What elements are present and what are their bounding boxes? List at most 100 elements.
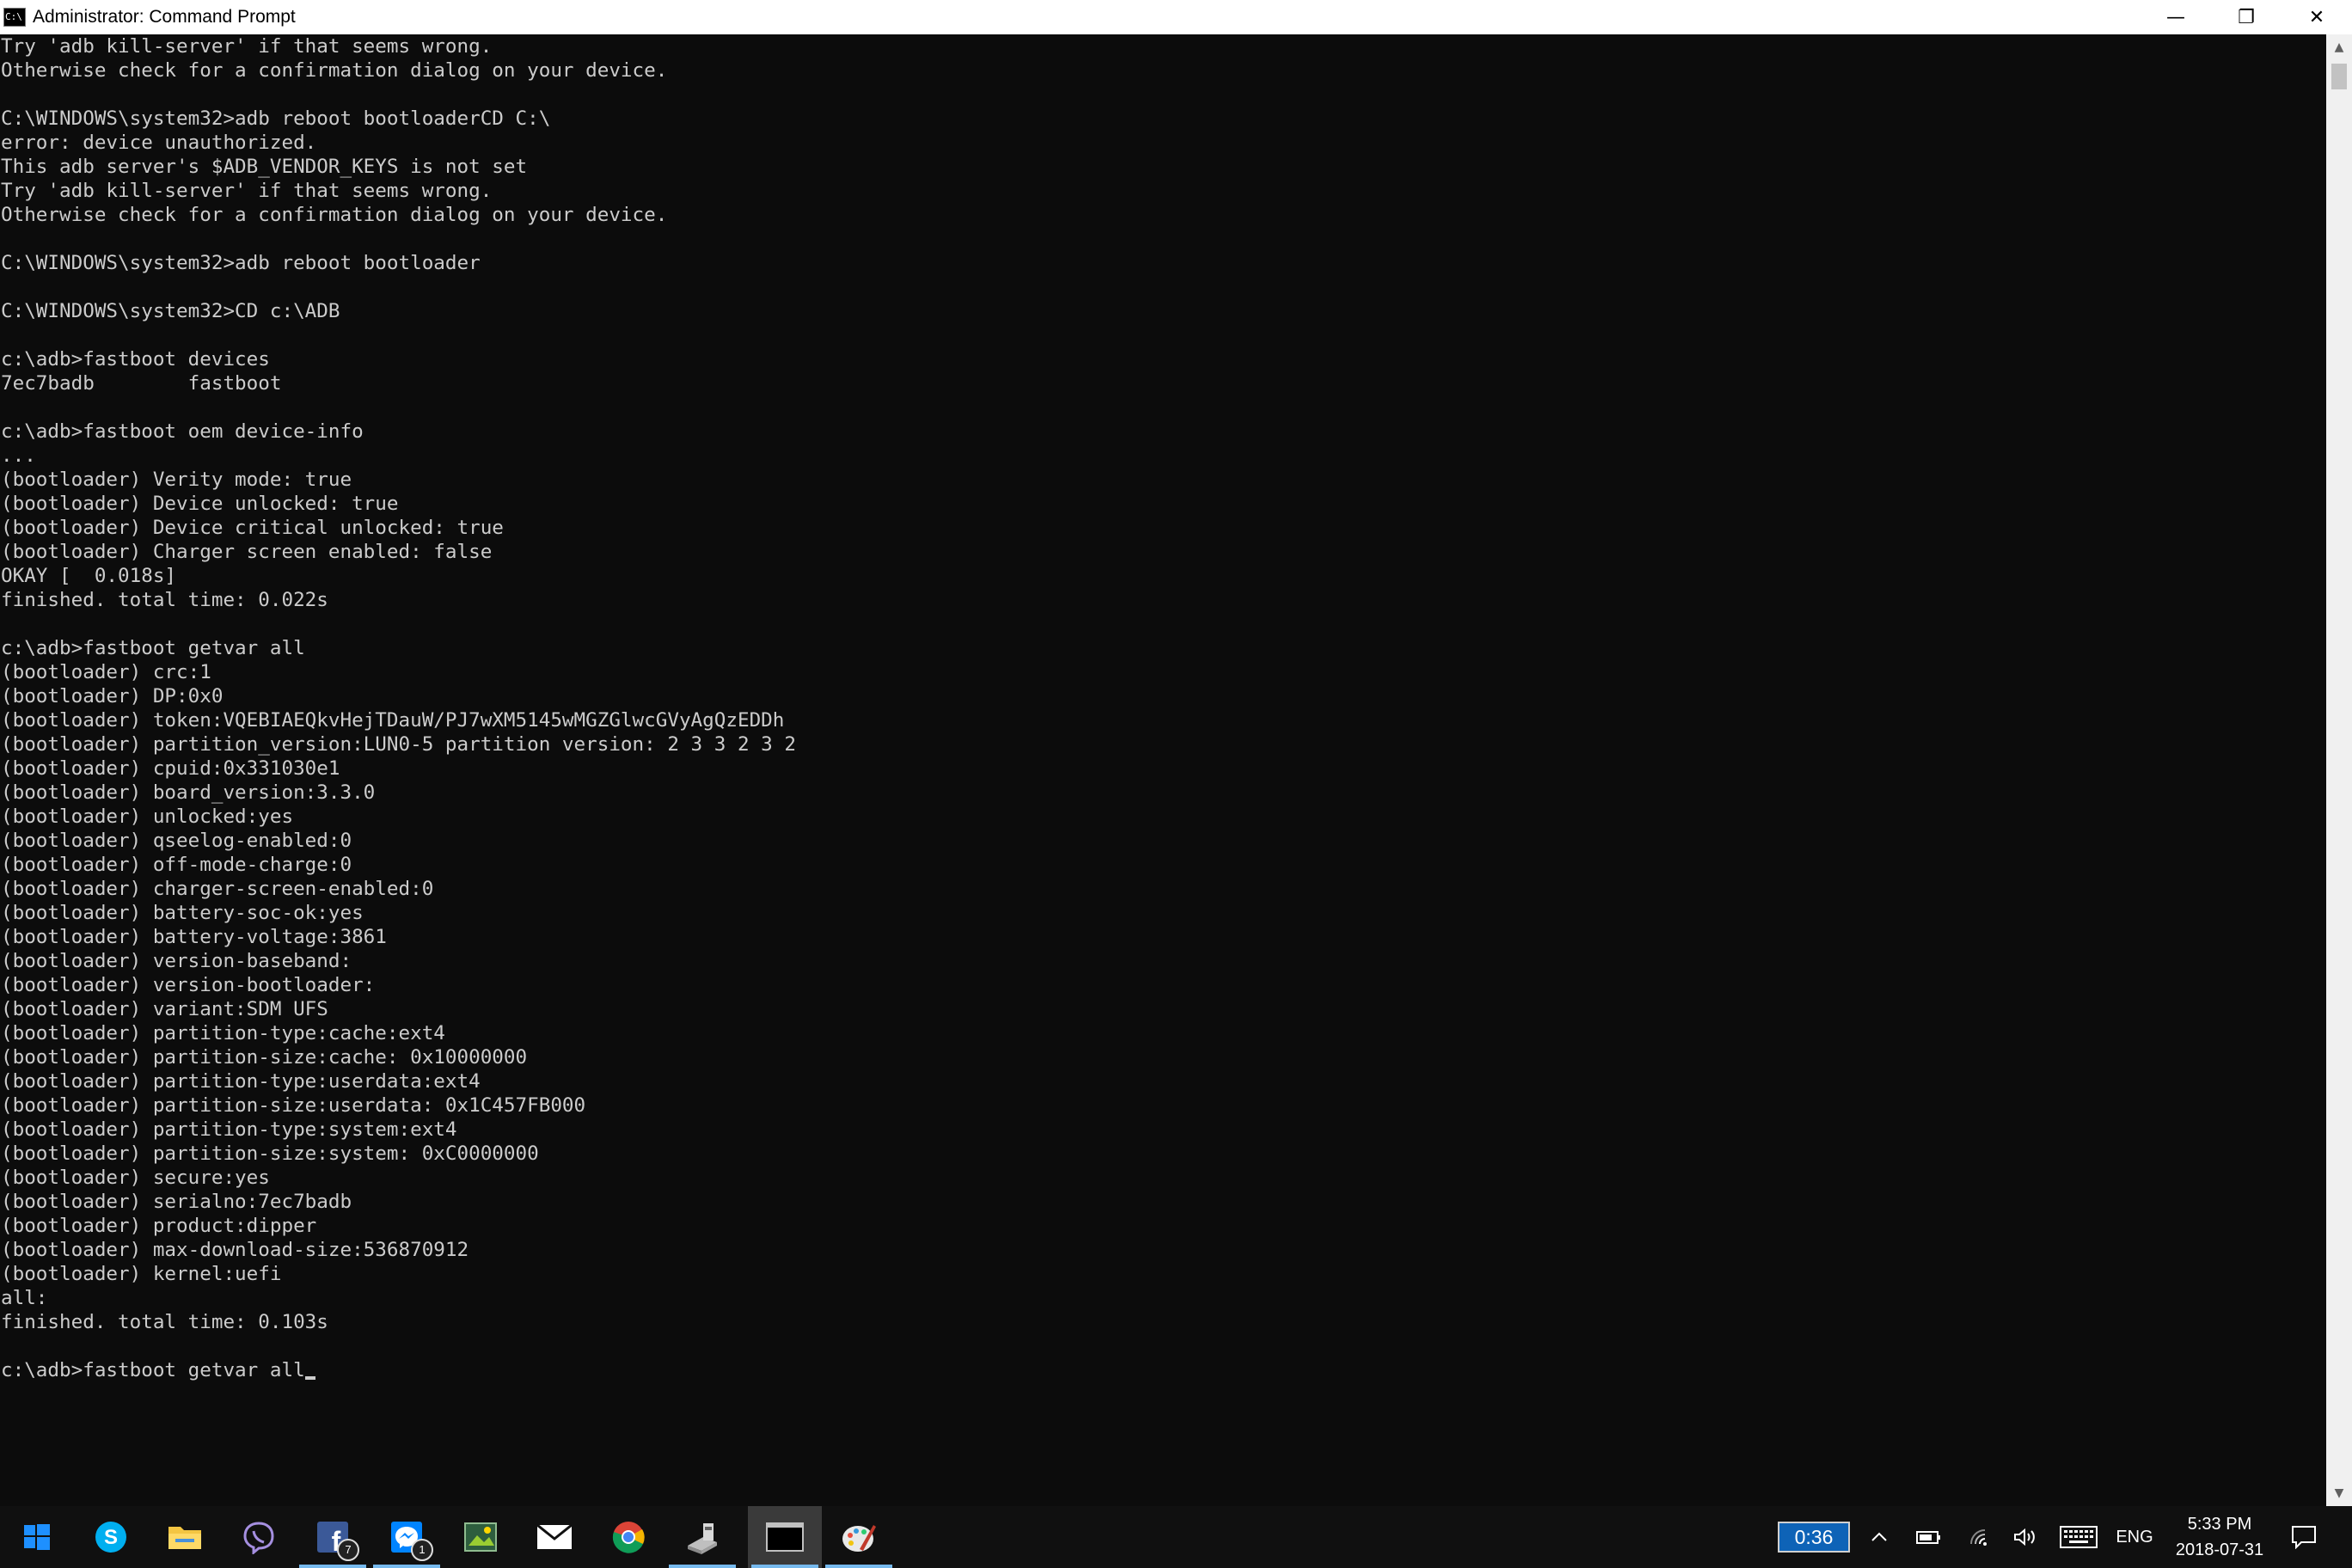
usb-tool-taskbar-button[interactable]	[665, 1506, 739, 1568]
console-line: (bootloader) partition-type:cache:ext4	[1, 1022, 445, 1044]
console-line: (bootloader) version-bootloader:	[1, 974, 376, 996]
console-line: (bootloader) kernel:uefi	[1, 1263, 282, 1285]
console-line: (bootloader) crc:1	[1, 661, 211, 683]
scroll-thumb[interactable]	[2331, 64, 2347, 89]
battery-icon[interactable]	[1910, 1506, 1948, 1568]
volume-icon[interactable]	[2006, 1506, 2044, 1568]
console-line: (bootloader) Verity mode: true	[1, 469, 352, 491]
taskbar: S f 7 1 0:36 ENG 5:33 PM 2018-07-31	[0, 1506, 2352, 1568]
window-controls: — ❐ ✕	[2141, 0, 2352, 34]
paint-taskbar-button[interactable]	[822, 1506, 896, 1568]
mail-taskbar-button[interactable]	[518, 1506, 591, 1568]
console-line: all:	[1, 1287, 48, 1309]
console-line: (bootloader) board_version:3.3.0	[1, 781, 376, 804]
console-line: (bootloader) cpuid:0x331030e1	[1, 757, 340, 780]
command-prompt-icon	[766, 1522, 804, 1552]
console-line: This adb server's $ADB_VENDOR_KEYS is no…	[1, 156, 528, 178]
console-line: 7ec7badb fastboot	[1, 372, 282, 395]
console-line: C:\WINDOWS\system32>adb reboot bootloade…	[1, 107, 551, 130]
chrome-taskbar-button[interactable]	[591, 1506, 665, 1568]
console-line: finished. total time: 0.103s	[1, 1311, 328, 1333]
viber-taskbar-button[interactable]	[222, 1506, 296, 1568]
command-prompt-app-icon[interactable]: C:\	[3, 8, 26, 27]
viber-icon	[243, 1522, 274, 1554]
chrome-icon	[612, 1522, 645, 1553]
console-line: (bootloader) variant:SDM UFS	[1, 998, 328, 1020]
console-output[interactable]: Try 'adb kill-server' if that seems wron…	[0, 34, 2326, 1506]
console-line: c:\adb>fastboot oem device-info	[1, 420, 364, 443]
input-language-indicator[interactable]: ENG	[2111, 1506, 2158, 1568]
console-line: (bootloader) partition_version:LUN0-5 pa…	[1, 733, 796, 756]
console-line: Otherwise check for a confirmation dialo…	[1, 59, 668, 82]
text-cursor	[304, 1376, 315, 1380]
wifi-icon[interactable]	[1962, 1506, 2000, 1568]
console-line: (bootloader) serialno:7ec7badb	[1, 1191, 352, 1213]
facebook-notification-badge: 7	[337, 1539, 359, 1561]
console-prompt-line[interactable]: c:\adb>fastboot getvar all	[0, 1358, 2326, 1382]
start-button[interactable]	[0, 1506, 74, 1568]
messenger-taskbar-button[interactable]: 1	[370, 1506, 444, 1568]
facebook-taskbar-button[interactable]: f 7	[296, 1506, 370, 1568]
mail-icon	[536, 1524, 573, 1549]
console-line: (bootloader) max-download-size:536870912	[1, 1239, 469, 1261]
console-line: (bootloader) partition-type:userdata:ext…	[1, 1070, 481, 1093]
action-center-notification-icon[interactable]	[2282, 1506, 2326, 1568]
command-prompt-taskbar-button[interactable]	[748, 1506, 822, 1568]
console-line: (bootloader) Device critical unlocked: t…	[1, 517, 504, 539]
skype-taskbar-button[interactable]: S	[74, 1506, 148, 1568]
timer-indicator[interactable]: 0:36	[1778, 1522, 1850, 1553]
console-line: Otherwise check for a confirmation dialo…	[1, 204, 668, 226]
clock-time: 5:33 PM	[2187, 1515, 2252, 1534]
console-line: (bootloader) off-mode-charge:0	[1, 854, 352, 876]
scroll-up-arrow-icon[interactable]: ▲	[2326, 34, 2352, 60]
usb-tool-icon	[688, 1523, 717, 1554]
title-bar[interactable]: C:\ Administrator: Command Prompt — ❐ ✕	[0, 0, 2352, 34]
scroll-down-arrow-icon[interactable]: ▼	[2326, 1480, 2352, 1506]
vertical-scrollbar[interactable]: ▲ ▼	[2326, 34, 2352, 1506]
svg-text:S: S	[104, 1526, 118, 1549]
console-line: (bootloader) DP:0x0	[1, 685, 224, 707]
console-line: (bootloader) Charger screen enabled: fal…	[1, 541, 493, 563]
windows-logo-icon	[24, 1524, 50, 1550]
console-line: (bootloader) battery-soc-ok:yes	[1, 902, 364, 924]
show-hidden-icons-chevron-icon[interactable]	[1864, 1506, 1895, 1568]
console-line: (bootloader) partition-type:system:ext4	[1, 1118, 457, 1141]
console-line: (bootloader) product:dipper	[1, 1215, 317, 1237]
console-line: c:\adb>fastboot devices	[1, 348, 270, 371]
console-line: OKAY [ 0.018s]	[1, 565, 177, 587]
console-line: (bootloader) partition-size:cache: 0x100…	[1, 1046, 528, 1069]
minimize-button[interactable]: —	[2141, 0, 2211, 34]
console-line: error: device unauthorized.	[1, 132, 317, 154]
console-prompt-text: c:\adb>fastboot getvar all	[1, 1359, 305, 1381]
file-explorer-taskbar-button[interactable]	[148, 1506, 222, 1568]
console-line: C:\WINDOWS\system32>CD c:\ADB	[1, 300, 340, 322]
console-line: c:\adb>fastboot getvar all	[1, 637, 305, 659]
messenger-notification-badge: 1	[411, 1539, 433, 1561]
touch-keyboard-icon[interactable]	[2056, 1506, 2101, 1568]
console-line: (bootloader) token:VQEBIAEQkvHejTDauW/PJ…	[1, 709, 785, 732]
window-title: Administrator: Command Prompt	[33, 7, 296, 27]
skype-icon: S	[95, 1522, 126, 1553]
console-line: (bootloader) Device unlocked: true	[1, 493, 399, 515]
photos-app-icon	[464, 1522, 497, 1552]
restore-button[interactable]: ❐	[2211, 0, 2282, 34]
photos-taskbar-button[interactable]	[444, 1506, 518, 1568]
console-line: (bootloader) partition-size:system: 0xC0…	[1, 1142, 539, 1165]
console-line: (bootloader) partition-size:userdata: 0x…	[1, 1094, 586, 1117]
console-line: (bootloader) unlocked:yes	[1, 805, 294, 828]
console-line: Try 'adb kill-server' if that seems wron…	[1, 180, 493, 202]
console-line: (bootloader) qseelog-enabled:0	[1, 830, 352, 852]
console-line: C:\WINDOWS\system32>adb reboot bootloade…	[1, 252, 481, 274]
paint-icon	[842, 1525, 876, 1552]
close-button[interactable]: ✕	[2282, 0, 2352, 34]
console-line: finished. total time: 0.022s	[1, 589, 328, 611]
taskbar-clock[interactable]: 5:33 PM 2018-07-31	[2156, 1511, 2283, 1563]
console-line: (bootloader) version-baseband:	[1, 950, 352, 972]
